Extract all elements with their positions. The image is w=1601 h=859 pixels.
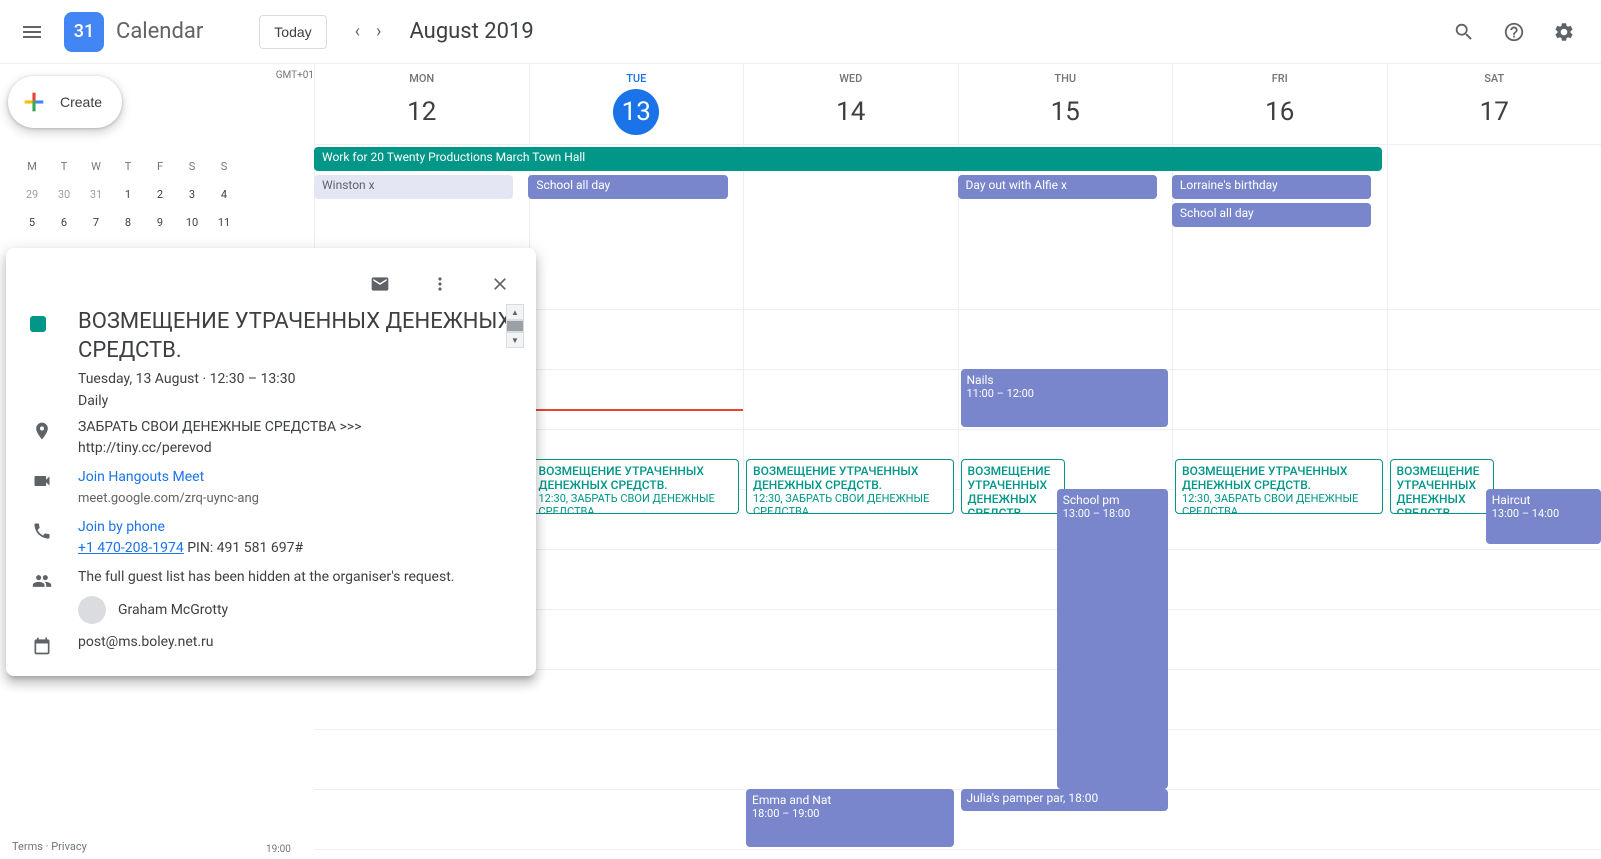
allday-event[interactable]: Work for 20 Twenty Productions March Tow… [314,147,1382,171]
day-column-sat[interactable]: ВОЗМЕЩЕНИЕ УТРАЧЕННЫХ ДЕНЕЖНЫХ СРЕДСТВ.1… [1387,229,1601,469]
close-icon[interactable] [480,264,520,304]
create-button[interactable]: Create [8,76,122,128]
timezone-label: GMT+01 [256,70,314,81]
allday-section: Work for 20 Twenty Productions March Tow… [314,144,1601,229]
location-icon [22,417,62,459]
search-icon[interactable] [1443,11,1485,53]
day-header[interactable]: THU15 [958,64,1173,144]
guest-name: Graham McGrotty [118,600,228,621]
allday-event[interactable]: Day out with Alfie x [958,175,1157,199]
allday-event[interactable]: School all day [528,175,727,199]
mini-calendar[interactable]: MTWTFSS 2930311234 567891011 [8,152,256,236]
event[interactable]: ВОЗМЕЩЕНИЕ УТРАЧЕННЫХ ДЕНЕЖНЫХ СРЕДСТВ.1… [532,459,740,514]
email-guests-icon[interactable] [360,264,400,304]
meet-url: meet.google.com/zrq-uync-ang [78,491,259,506]
event[interactable]: ВОЗМЕЩЕНИЕ УТРАЧЕННЫХ ДЕНЕЖНЫХ СРЕДСТВ.1… [746,459,954,514]
avatar [78,596,106,624]
day-column-fri[interactable]: ВОЗМЕЩЕНИЕ УТРАЧЕННЫХ ДЕНЕЖНЫХ СРЕДСТВ.1… [1172,229,1387,469]
scroll-up-icon[interactable]: ▲ [506,304,524,320]
hour-label: 19:00 [266,844,291,855]
day-column-tue[interactable]: ВОЗМЕЩЕНИЕ УТРАЧЕННЫХ ДЕНЕЖНЫХ СРЕДСТВ.1… [529,229,744,469]
today-button[interactable]: Today [259,15,326,49]
day-header[interactable]: WED14 [743,64,958,144]
event[interactable]: Nails11:00 – 12:00 [961,369,1169,427]
event[interactable]: ВОЗМЕЩЕНИЕ УТРАЧЕННЫХ ДЕНЕЖНЫХ СРЕДСТВ.1… [961,459,1066,514]
app-title: Calendar [116,19,203,44]
day-header[interactable]: MON12 [314,64,529,144]
day-column-thu[interactable]: Nails11:00 – 12:00 ВОЗМЕЩЕНИЕ УТРАЧЕННЫХ… [958,229,1173,469]
prev-week-button[interactable]: ‹ [347,13,368,50]
join-meet-link[interactable]: Join Hangouts Meet [78,469,204,485]
create-label: Create [60,94,102,110]
event[interactable]: School pm13:00 – 18:00 [1057,489,1168,789]
phone-pin: PIN: 491 581 697# [184,540,303,556]
settings-icon[interactable] [1543,11,1585,53]
options-icon[interactable] [420,264,460,304]
plus-icon [20,88,48,116]
footer-links[interactable]: Terms · Privacy [12,840,87,853]
calendar-logo-icon: 31 [64,12,104,52]
video-icon [22,467,62,509]
allday-event[interactable]: School all day [1172,203,1371,227]
scroll-down-icon[interactable]: ▼ [506,332,524,348]
event-time: Tuesday, 13 August · 12:30 – 13:30 [78,371,520,387]
event-location-url: http://tiny.cc/perevod [78,440,212,456]
day-header[interactable]: SAT17 [1387,64,1601,144]
event-recurrence: Daily [78,393,520,409]
organiser-email: post@ms.boley.net.ru [78,632,520,656]
event-title: ВОЗМЕЩЕНИЕ УТРАЧЕННЫХ ДЕНЕЖНЫХ СРЕДСТВ. [78,308,520,365]
event[interactable]: ВОЗМЕЩЕНИЕ УТРАЧЕННЫХ ДЕНЕЖНЫХ СРЕДСТВ.1… [1390,459,1495,514]
event[interactable]: ВОЗМЕЩЕНИЕ УТРАЧЕННЫХ ДЕНЕЖНЫХ СРЕДСТВ.1… [1175,459,1383,514]
week-nav: ‹ › [347,13,390,50]
phone-icon [22,517,62,559]
app-logo: 31 Calendar [64,12,203,52]
allday-event[interactable]: Winston x [314,175,513,199]
day-headers: MON12TUE13WED14THU15FRI16SAT17 [314,64,1601,144]
day-header[interactable]: TUE13 [529,64,744,144]
calendar-icon [22,632,62,656]
guests-icon [22,567,62,624]
phone-number[interactable]: +1 470-208-1974 [78,540,184,556]
allday-event[interactable]: Lorraine's birthday [1172,175,1371,199]
guests-hidden-text: The full guest list has been hidden at t… [78,569,454,585]
join-phone-link[interactable]: Join by phone [78,519,165,535]
event[interactable]: Haircut13:00 – 14:00 [1486,489,1601,544]
main-menu-button[interactable] [8,8,56,56]
app-header: 31 Calendar Today ‹ › August 2019 [0,0,1601,64]
help-icon[interactable] [1493,11,1535,53]
event-location: ЗАБРАТЬ СВОИ ДЕНЕЖНЫЕ СРЕДСТВА >>> [78,419,362,435]
popup-scrollbar[interactable]: ▲ ▼ [506,304,524,348]
event[interactable]: Emma and Nat18:00 – 19:00 [746,789,954,847]
event[interactable]: Julia's pamper par, 18:00 [961,789,1169,811]
current-range-label: August 2019 [409,19,533,44]
day-column-wed[interactable]: ВОЗМЕЩЕНИЕ УТРАЧЕННЫХ ДЕНЕЖНЫХ СРЕДСТВ.1… [743,229,958,469]
day-header[interactable]: FRI16 [1172,64,1387,144]
event-details-popup: ▲ ▼ ВОЗМЕЩЕНИЕ УТРАЧЕННЫХ ДЕНЕЖНЫХ СРЕДС… [6,248,536,676]
event-color-icon [30,316,46,332]
next-week-button[interactable]: › [368,13,389,50]
